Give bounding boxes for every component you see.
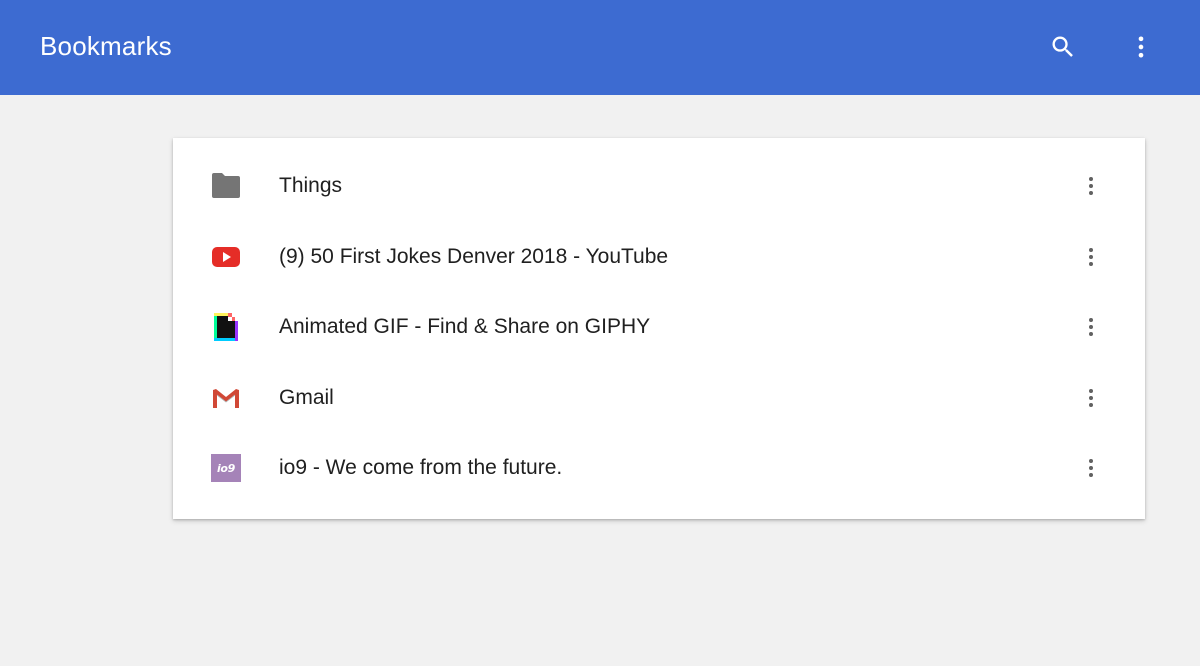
bookmark-label: Animated GIF - Find & Share on GIPHY <box>279 315 651 339</box>
more-vert-icon <box>1089 388 1093 407</box>
app-bar: Bookmarks <box>0 0 1200 95</box>
more-vert-icon <box>1089 177 1093 196</box>
bookmark-more-button[interactable] <box>1071 448 1111 488</box>
bookmark-row-things[interactable]: Things <box>173 151 1145 222</box>
bookmark-more-button[interactable] <box>1071 166 1111 206</box>
bookmark-more-button[interactable] <box>1071 378 1111 418</box>
bookmark-more-button[interactable] <box>1071 237 1111 277</box>
more-vert-icon <box>1089 459 1093 478</box>
bookmark-label: (9) 50 First Jokes Denver 2018 - YouTube <box>279 244 669 268</box>
bookmark-row-giphy[interactable]: Animated GIF - Find & Share on GIPHY <box>173 292 1145 363</box>
bookmark-label: io9 - We come from the future. <box>279 456 563 480</box>
bookmark-more-button[interactable] <box>1071 307 1111 347</box>
gmail-favicon <box>213 388 239 408</box>
bookmark-row-youtube[interactable]: (9) 50 First Jokes Denver 2018 - YouTube <box>173 222 1145 293</box>
search-icon <box>1052 36 1073 57</box>
io9-favicon: io9 <box>211 454 241 483</box>
search-button[interactable] <box>1043 27 1083 67</box>
folder-icon <box>212 173 240 199</box>
more-vert-icon <box>1138 36 1144 58</box>
bookmark-row-io9[interactable]: io9 io9 - We come from the future. <box>173 433 1145 504</box>
more-vert-icon <box>1089 247 1093 266</box>
bookmark-label: Things <box>279 174 343 198</box>
more-options-button[interactable] <box>1121 27 1161 67</box>
bookmark-list: Things (9) 50 First Jokes Denver 2018 - … <box>173 138 1145 519</box>
youtube-favicon <box>212 246 240 267</box>
page-title: Bookmarks <box>40 31 172 61</box>
giphy-favicon <box>214 313 238 342</box>
more-vert-icon <box>1089 318 1093 337</box>
bookmark-row-gmail[interactable]: Gmail <box>173 363 1145 434</box>
bookmark-label: Gmail <box>279 385 334 409</box>
